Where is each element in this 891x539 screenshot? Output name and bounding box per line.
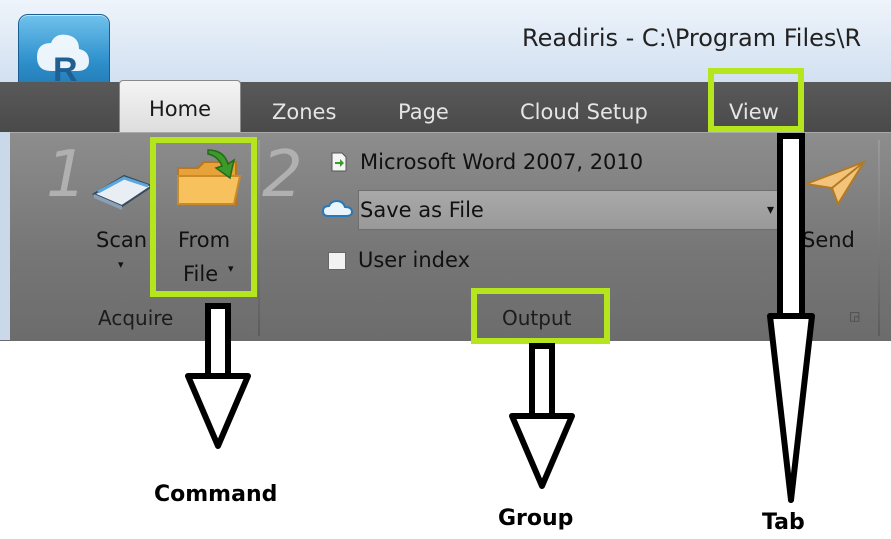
annotation-command: Command xyxy=(154,482,278,507)
group-arrow-icon xyxy=(509,343,575,489)
command-arrow-icon xyxy=(185,303,251,449)
annotation-arrows xyxy=(185,133,815,503)
annotation-tab: Tab xyxy=(762,510,805,535)
annotation-group: Group xyxy=(498,506,574,531)
tab-arrow-icon xyxy=(767,133,815,503)
